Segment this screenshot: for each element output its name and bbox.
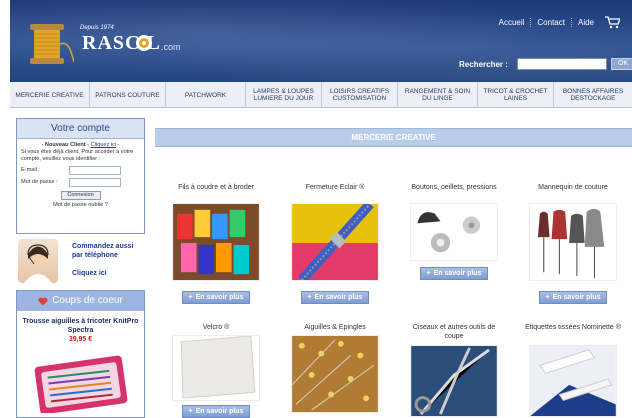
email-field[interactable] xyxy=(69,166,121,175)
plus-icon: + xyxy=(307,294,312,301)
cart-icon[interactable] xyxy=(604,15,620,29)
spool-o-icon xyxy=(136,35,152,51)
operator-avatar xyxy=(18,239,58,283)
velcro-image[interactable] xyxy=(172,335,260,401)
knitting-needles-case-image[interactable] xyxy=(31,353,131,413)
contact-link[interactable]: Contact xyxy=(531,17,572,27)
password-field[interactable] xyxy=(69,178,121,187)
product-title[interactable]: Boutons, oeillets, pressions xyxy=(404,183,504,201)
more-info-button[interactable]: + En savoir plus xyxy=(538,291,608,304)
password-row: Mot de passe : xyxy=(21,178,140,187)
headset-operator-icon xyxy=(24,244,52,283)
dress-forms-image[interactable] xyxy=(529,203,617,281)
product-card[interactable]: Fermeture Eclair ® + En savoir plus xyxy=(285,183,385,304)
heart-icon xyxy=(38,297,48,305)
more-info-label: En savoir plus xyxy=(552,294,601,301)
favorite-product-name[interactable]: Trousse aiguilles à tricoter KnitPro Spe… xyxy=(17,317,144,335)
product-title[interactable]: Fermeture Eclair ® xyxy=(285,183,385,201)
forgot-password-link[interactable]: Mot de passe oublié ? xyxy=(21,202,140,209)
help-link[interactable]: Aide xyxy=(572,18,600,27)
product-title[interactable]: Fils à coudre et à broder xyxy=(166,183,266,201)
nav-loisirs-creatifs[interactable]: LOISIRS CREATIFS CUSTOMISATION xyxy=(322,82,398,108)
email-row: E-mail : xyxy=(21,166,140,175)
plus-icon: + xyxy=(188,294,193,301)
product-card[interactable]: Mannequin de couture + En savoir plus xyxy=(523,183,623,304)
product-card[interactable]: Boutons, oeillets, pressions + En savoir … xyxy=(404,183,504,280)
more-info-label: En savoir plus xyxy=(433,270,482,277)
woven-labels-image[interactable] xyxy=(529,345,617,417)
phone-order-box[interactable]: Commandez aussi par téléphone Cliquez ic… xyxy=(16,238,145,284)
scissors-image[interactable] xyxy=(410,345,498,417)
home-link[interactable]: Accueil xyxy=(493,17,532,27)
main-nav: MERCERIE CREATIVE PATRONS COUTURE PATCHW… xyxy=(10,82,632,108)
favorites-title: Coups de coeur xyxy=(52,295,123,306)
product-card[interactable]: Velcro ® + En savoir plus xyxy=(166,323,266,418)
search-label: Rechercher : xyxy=(459,60,508,69)
more-info-button[interactable]: + En savoir plus xyxy=(419,267,489,280)
zipper-image[interactable] xyxy=(291,200,379,284)
top-links: Accueil Contact Aide xyxy=(493,15,620,29)
nav-tricot-crochet[interactable]: TRICOT & CROCHET LAINES xyxy=(478,82,554,108)
account-box: Votre compte - Nouveau Client - Cliquez … xyxy=(16,118,145,234)
nav-patrons-couture[interactable]: PATRONS COUTURE xyxy=(90,82,166,108)
more-info-button[interactable]: + En savoir plus xyxy=(181,405,251,418)
plus-icon: + xyxy=(426,270,431,277)
new-client-link[interactable]: Cliquez ici xyxy=(91,142,117,148)
product-title[interactable]: Mannequin de couture xyxy=(523,183,623,201)
nav-rangement-soin[interactable]: RANGEMENT & SOIN DU LINGE xyxy=(398,82,478,108)
product-card[interactable]: Aiguilles & Epingles xyxy=(285,323,385,415)
search-input[interactable] xyxy=(517,58,607,70)
thread-spools-image[interactable] xyxy=(172,203,260,281)
new-client-line: - Nouveau Client - Cliquez ici - xyxy=(21,142,140,149)
more-info-label: En savoir plus xyxy=(314,294,363,301)
favorite-product-price: 39,95 € xyxy=(68,336,93,343)
more-info-button[interactable]: + En savoir plus xyxy=(181,291,251,304)
login-info: Si vous êtes déjà client, Pour accéder à… xyxy=(21,149,134,162)
site-header: Depuis 1974 RASC L .com Accueil Contact … xyxy=(10,0,632,82)
plus-icon: + xyxy=(188,408,193,415)
nav-patchwork[interactable]: PATCHWORK xyxy=(166,82,246,108)
product-title[interactable]: Ciseaux et autres outils de coupe xyxy=(404,323,504,343)
connect-button[interactable]: Connexion xyxy=(60,191,101,200)
account-title: Votre compte xyxy=(17,119,144,139)
product-card[interactable]: Ciseaux et autres outils de coupe xyxy=(404,323,504,418)
product-card[interactable]: Fils à coudre et à broder + En savoir plu… xyxy=(166,183,266,304)
email-label: E-mail : xyxy=(21,167,40,173)
press-studs-image[interactable] xyxy=(410,203,498,261)
new-client-label: - Nouveau Client - xyxy=(41,142,91,148)
more-info-label: En savoir plus xyxy=(195,408,244,415)
section-title: MERCERIE CREATIVE xyxy=(155,128,632,147)
plus-icon: + xyxy=(545,294,550,301)
product-title[interactable]: Etiquettes tissées Nominette ® xyxy=(523,323,623,343)
nav-mercerie-creative[interactable]: MERCERIE CREATIVE xyxy=(10,82,90,108)
search-button[interactable]: OK xyxy=(611,58,632,70)
favorites-box: Coups de coeur Trousse aiguilles à trico… xyxy=(16,290,145,418)
product-card[interactable]: Etiquettes tissées Nominette ® xyxy=(523,323,623,418)
logo-since-text: Depuis 1974 xyxy=(80,25,114,31)
thread-spool-logo-icon[interactable] xyxy=(22,18,74,70)
phone-order-text: Commandez aussi par téléphone xyxy=(72,243,134,259)
password-label: Mot de passe : xyxy=(21,179,58,185)
pins-needles-image[interactable] xyxy=(291,335,379,413)
nav-bonnes-affaires[interactable]: BONNES AFFAIRES DESTOCKAGE xyxy=(554,82,632,108)
nav-lampes-loupes[interactable]: LAMPES & LOUPES LUMIERE DU JOUR xyxy=(246,82,322,108)
more-info-button[interactable]: + En savoir plus xyxy=(300,291,370,304)
phone-order-link[interactable]: Cliquez ici xyxy=(72,270,107,277)
favorites-title-bar: Coups de coeur xyxy=(17,291,144,311)
logo-domain: .com xyxy=(161,42,181,52)
new-client-suffix: - xyxy=(116,142,120,148)
account-body: - Nouveau Client - Cliquez ici - Si vous… xyxy=(17,139,144,212)
more-info-label: En savoir plus xyxy=(195,294,244,301)
